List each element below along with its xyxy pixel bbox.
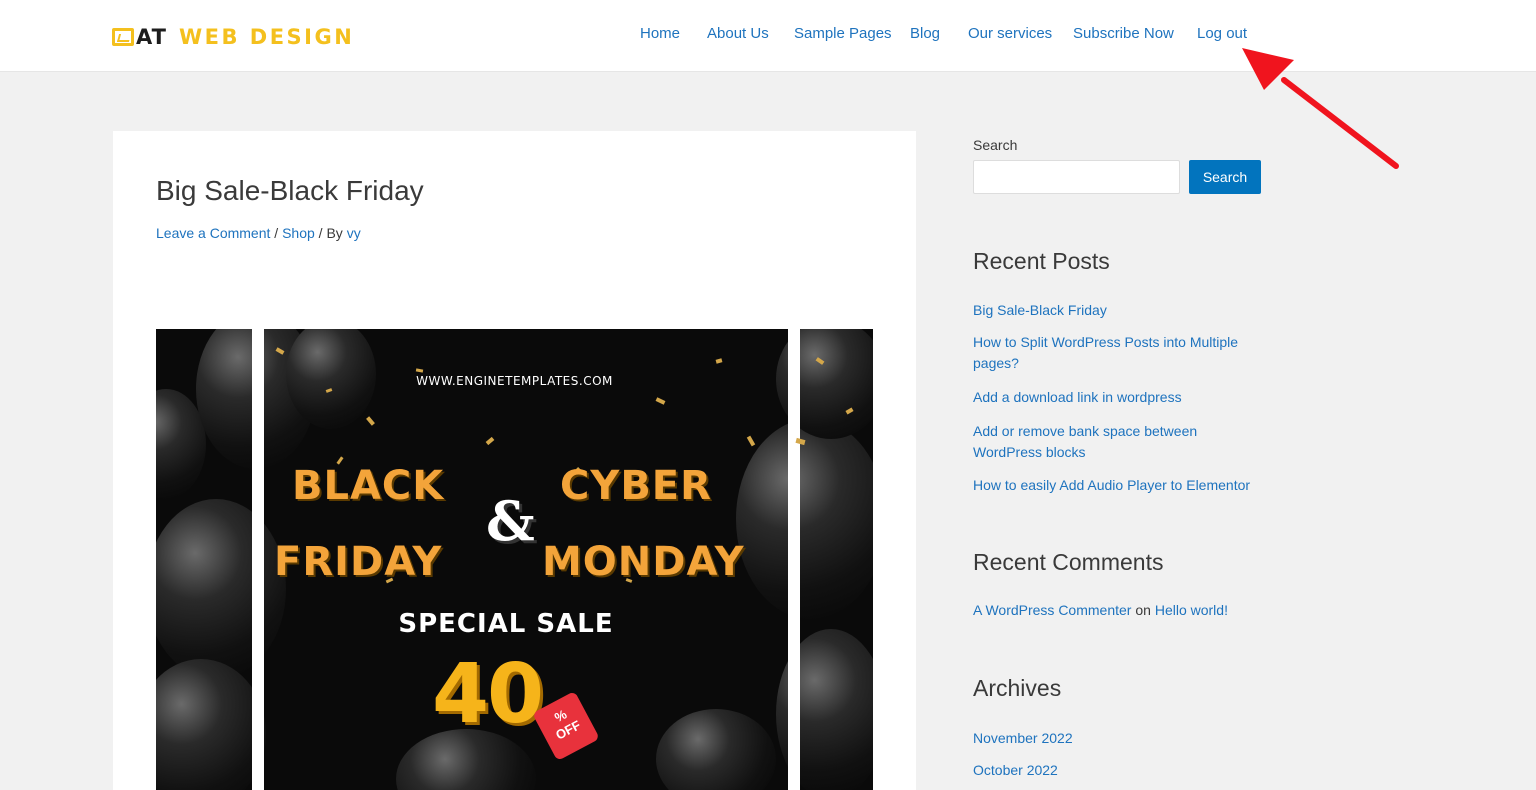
comment-on-text: on: [1131, 602, 1155, 618]
promo-word-friday: FRIDAY: [274, 539, 443, 585]
nav-log-out[interactable]: Log out: [1197, 25, 1247, 42]
promo-ampersand: &: [486, 489, 535, 553]
archives-title: Archives: [973, 675, 1062, 701]
site-logo[interactable]: AT WEB DESIGN: [112, 24, 354, 50]
recent-post-link[interactable]: Big Sale-Black Friday: [973, 300, 1273, 321]
post-card: Big Sale-Black Friday Leave a Comment / …: [113, 131, 916, 790]
archive-link[interactable]: November 2022: [973, 728, 1273, 749]
monitor-logo-icon: [112, 28, 134, 46]
recent-post-link[interactable]: Add or remove bank space between WordPre…: [973, 421, 1218, 463]
recent-comments-title: Recent Comments: [973, 549, 1164, 575]
promo-word-black: BLACK: [292, 463, 445, 509]
balloon-shape: [156, 659, 266, 790]
recent-post-link[interactable]: How to Split WordPress Posts into Multip…: [973, 332, 1253, 374]
recent-post-link[interactable]: Add a download link in wordpress: [973, 387, 1273, 408]
author-link[interactable]: vy: [347, 225, 361, 241]
logo-prefix: AT: [136, 25, 167, 49]
search-input[interactable]: [973, 160, 1180, 194]
leave-comment-link[interactable]: Leave a Comment: [156, 225, 270, 241]
search-label: Search: [973, 137, 1018, 153]
balloon-shape: [736, 419, 873, 619]
recent-post-link[interactable]: How to easily Add Audio Player to Elemen…: [973, 475, 1273, 496]
annotation-arrow-icon: [1242, 48, 1399, 169]
logo-brand: WEB DESIGN: [178, 25, 355, 49]
nav-blog[interactable]: Blog: [910, 25, 940, 42]
confetti: [485, 436, 495, 446]
promo-word-cyber: CYBER: [560, 463, 712, 509]
post-title: Big Sale-Black Friday: [156, 175, 424, 206]
confetti: [715, 358, 723, 364]
meta-separator: /: [270, 225, 283, 241]
nav-sample-pages[interactable]: Sample Pages: [794, 25, 892, 42]
promo-url-text: WWW.ENGINETEMPLATES.COM: [416, 374, 613, 388]
nav-our-services[interactable]: Our services: [968, 25, 1052, 42]
confetti: [746, 435, 756, 447]
nav-about-us[interactable]: About Us: [707, 25, 769, 42]
post-meta: Leave a Comment / Shop / By vy: [156, 225, 361, 241]
featured-image[interactable]: WWW.ENGINETEMPLATES.COM BLACK CYBER FRID…: [156, 329, 873, 790]
balloon-shape: [656, 709, 776, 790]
balloon-shape: [156, 499, 286, 679]
comment-post-link[interactable]: Hello world!: [1155, 602, 1228, 618]
price-tag-icon: % OFF: [532, 690, 600, 762]
archive-link[interactable]: October 2022: [973, 760, 1273, 781]
nav-subscribe-now[interactable]: Subscribe Now: [1073, 25, 1174, 42]
promo-special-sale: SPECIAL SALE: [398, 609, 614, 639]
white-strip: [252, 329, 264, 790]
category-link[interactable]: Shop: [282, 225, 315, 241]
white-strip: [788, 329, 800, 790]
confetti: [366, 416, 375, 426]
comment-author-link[interactable]: A WordPress Commenter: [973, 602, 1131, 618]
confetti: [415, 368, 424, 373]
recent-comment-item: A WordPress Commenter on Hello world!: [973, 602, 1228, 618]
search-button[interactable]: Search: [1189, 160, 1261, 194]
promo-word-monday: MONDAY: [542, 539, 745, 585]
meta-by: / By: [314, 225, 347, 241]
nav-home[interactable]: Home: [640, 25, 680, 42]
promo-percent-value: 40: [432, 647, 544, 742]
recent-posts-title: Recent Posts: [973, 248, 1110, 274]
confetti: [655, 397, 666, 405]
